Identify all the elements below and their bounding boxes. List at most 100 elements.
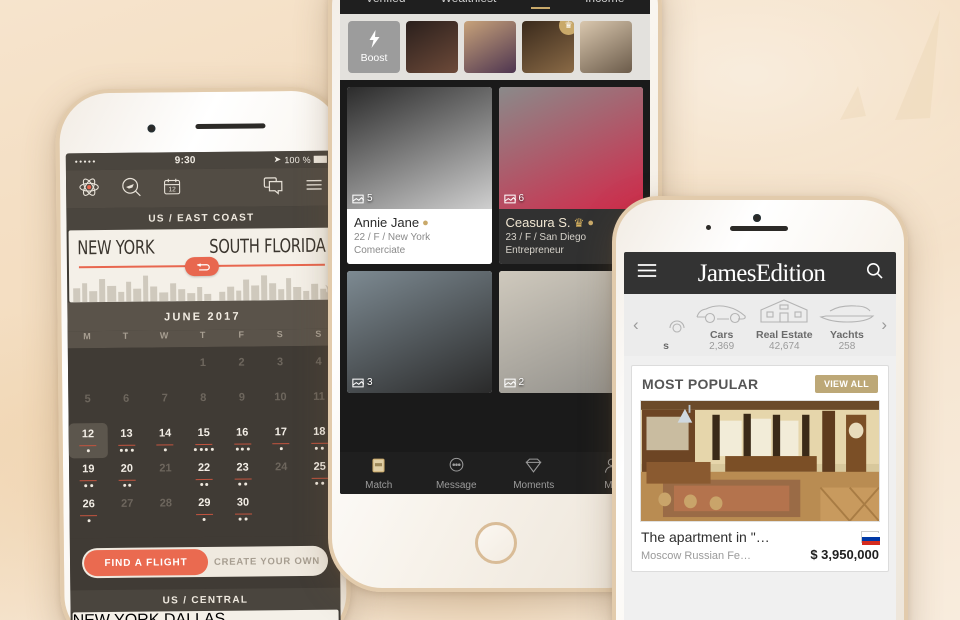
day-number: 14 bbox=[158, 427, 172, 440]
avatar-4[interactable] bbox=[580, 21, 632, 73]
avatar-3[interactable]: ♛ bbox=[522, 21, 574, 73]
search-icon[interactable] bbox=[865, 261, 884, 285]
flight-search-icon[interactable] bbox=[120, 175, 142, 202]
calendar-day-17[interactable]: 17 bbox=[261, 421, 300, 456]
route-cities: NEW YORK SOUTH FLORIDA bbox=[69, 228, 335, 260]
day-number: 13 bbox=[120, 427, 133, 440]
profile-card[interactable]: 5 Annie Jane ● 22 / F / New York Comerciate bbox=[347, 87, 492, 264]
calendar-week: 5 6 7 8 9 10 11 bbox=[68, 386, 338, 424]
listing-image[interactable] bbox=[640, 400, 880, 522]
category-partial[interactable]: s bbox=[644, 309, 688, 352]
day-availability-dots bbox=[68, 411, 107, 419]
category-cars-count: 2,369 bbox=[709, 341, 735, 352]
day-availability-dots bbox=[184, 375, 223, 383]
calendar-day-12[interactable]: 12 bbox=[68, 423, 108, 459]
listing-details: The apartment in "… Moscow Russian Fe… $… bbox=[632, 522, 888, 571]
create-your-own-button[interactable]: CREATE YOUR OWN bbox=[208, 555, 326, 567]
app-logo: JamesEdition bbox=[697, 259, 826, 287]
day-number: 30 bbox=[236, 496, 250, 509]
listing-price: $ 3,950,000 bbox=[810, 547, 879, 562]
calendar-day-29[interactable]: 29 bbox=[185, 492, 224, 527]
category-yachts[interactable]: Yachts 258 bbox=[818, 298, 876, 352]
day-availability-dots bbox=[185, 445, 224, 453]
home-button[interactable] bbox=[475, 522, 517, 564]
route-2-cities: NEW YORK DALLAS bbox=[73, 610, 339, 620]
day-availability-dots bbox=[107, 364, 146, 372]
profile-meta: 22 / F / New York bbox=[354, 232, 431, 243]
calendar-week: 19 20 21 22 23 24 25 bbox=[69, 456, 339, 494]
weekday-3: T bbox=[199, 329, 206, 341]
day-number: 28 bbox=[159, 497, 173, 510]
atom-logo-icon[interactable] bbox=[78, 176, 100, 203]
calendar-day-21: 21 bbox=[146, 457, 185, 492]
carousel-prev-button[interactable]: ‹ bbox=[630, 315, 642, 335]
bottom-nav: Match Message Moments bbox=[340, 452, 650, 494]
day-availability-dots bbox=[185, 480, 224, 488]
route-destination[interactable]: SOUTH FLORIDA bbox=[209, 235, 326, 258]
route-origin[interactable]: NEW YORK bbox=[77, 237, 154, 260]
day-availability-dots bbox=[262, 502, 301, 510]
view-all-button[interactable]: VIEW ALL bbox=[814, 375, 878, 393]
nav-moments[interactable]: Moments bbox=[495, 456, 573, 491]
calendar-day-14[interactable]: 14 bbox=[146, 422, 185, 457]
calendar-day-13[interactable]: 13 bbox=[107, 423, 146, 458]
calendar-day-23[interactable]: 23 bbox=[223, 456, 262, 491]
calendar-day-26[interactable]: 26 bbox=[69, 493, 108, 528]
calendar-12-icon[interactable]: 12 bbox=[162, 176, 182, 201]
app-header: JamesEdition bbox=[624, 252, 896, 294]
panel-title: MOST POPULAR bbox=[642, 376, 759, 392]
listing-title[interactable]: The apartment in "… bbox=[641, 529, 861, 545]
carousel-next-button[interactable]: › bbox=[878, 315, 890, 335]
day-availability-dots bbox=[68, 364, 107, 372]
find-a-flight-button[interactable]: FIND A FLIGHT bbox=[83, 548, 209, 577]
profile-photo: 5 bbox=[347, 87, 492, 209]
calendar-day-16[interactable]: 16 bbox=[223, 421, 262, 456]
nav-message[interactable]: Message bbox=[418, 456, 496, 491]
avatar-1[interactable] bbox=[406, 21, 458, 73]
photo-count: 5 bbox=[352, 193, 373, 204]
profile-card[interactable]: 3 bbox=[347, 271, 492, 393]
calendar-day-15[interactable]: 15 bbox=[184, 422, 223, 457]
calendar-day-19[interactable]: 19 bbox=[69, 458, 108, 493]
earpiece bbox=[195, 123, 266, 130]
route-2-origin[interactable]: NEW YORK bbox=[73, 611, 160, 620]
route-2-destination[interactable]: DALLAS bbox=[164, 611, 226, 620]
route-selector[interactable]: NEW YORK SOUTH FLORIDA bbox=[68, 227, 336, 303]
photo-count-value: 2 bbox=[518, 377, 525, 388]
route-selector-2[interactable]: NEW YORK DALLAS bbox=[72, 609, 339, 620]
calendar-day-10: 10 bbox=[261, 386, 300, 421]
filter-income[interactable]: Income bbox=[585, 0, 624, 5]
category-cars-label: Cars bbox=[709, 329, 734, 341]
cards-icon bbox=[340, 456, 418, 478]
crown-icon: ♛ bbox=[559, 21, 574, 35]
profile-job: Comerciate bbox=[354, 245, 406, 256]
day-availability-dots bbox=[185, 515, 224, 523]
calendar-day-5: 5 bbox=[68, 388, 107, 423]
day-number: 26 bbox=[82, 498, 95, 511]
photo-count: 2 bbox=[503, 377, 525, 388]
filter-verified[interactable]: Verified bbox=[366, 0, 406, 5]
category-yachts-label: Yachts bbox=[830, 329, 864, 341]
avatar-2[interactable] bbox=[464, 21, 516, 73]
day-availability-dots bbox=[224, 514, 263, 522]
day-number: 7 bbox=[161, 392, 168, 405]
car-icon bbox=[696, 305, 746, 324]
category-real-estate[interactable]: Real Estate 42,674 bbox=[755, 298, 813, 352]
calendar-week: 12 13 14 15 16 17 18 bbox=[68, 421, 339, 459]
menu-icon[interactable] bbox=[304, 174, 324, 199]
calendar-actions: FIND A FLIGHT CREATE YOUR OWN bbox=[69, 535, 341, 591]
calendar-day-30[interactable]: 30 bbox=[224, 491, 263, 526]
chat-icon[interactable] bbox=[262, 174, 284, 201]
category-cars[interactable]: Cars 2,369 bbox=[693, 298, 751, 352]
filter-wealthiest[interactable]: Wealthiest bbox=[441, 0, 497, 5]
nav-match[interactable]: Match bbox=[340, 456, 418, 491]
boost-button[interactable]: Boost bbox=[348, 21, 400, 73]
day-number: 27 bbox=[121, 497, 134, 510]
category-row: s Cars 2,369 Real Estate 42,674 Yachts 2… bbox=[642, 298, 879, 352]
calendar-day-20[interactable]: 20 bbox=[107, 458, 146, 493]
filter-hot[interactable]: Hot bbox=[531, 0, 551, 9]
most-popular-panel: MOST POPULAR VIEW ALL The apartment in "… bbox=[631, 365, 889, 572]
day-number: 17 bbox=[274, 426, 287, 439]
calendar-day-22[interactable]: 22 bbox=[185, 457, 224, 492]
hamburger-icon[interactable] bbox=[636, 262, 658, 284]
